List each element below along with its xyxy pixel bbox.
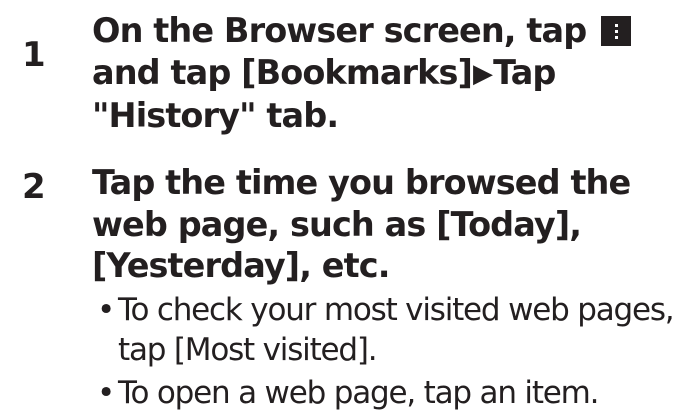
bullet-item: • To open a web page, tap an item. xyxy=(92,373,677,413)
bullet-text: To check your most visited web pages, ta… xyxy=(118,292,675,368)
step-instruction: Tap the time you browsed the web page, s… xyxy=(92,163,631,285)
bullet-list: • To check your most visited web pages, … xyxy=(92,290,677,416)
arrow-right-icon: ▶ xyxy=(472,58,493,89)
bullet-dot: • xyxy=(97,375,115,411)
step-instruction: On the Browser screen, tap and tap [Book… xyxy=(92,10,672,137)
instruction-text: On the Browser screen, tap xyxy=(92,11,587,50)
menu-icon xyxy=(601,16,632,46)
step-number: 1 xyxy=(22,35,46,75)
bullet-item: • To check your most visited web pages, … xyxy=(92,290,677,370)
bullet-text: To open a web page, tap an item. xyxy=(118,375,600,411)
instruction-text: and tap [Bookmarks] xyxy=(92,52,473,92)
bullet-dot: • xyxy=(97,292,115,328)
step-number: 2 xyxy=(22,167,46,207)
